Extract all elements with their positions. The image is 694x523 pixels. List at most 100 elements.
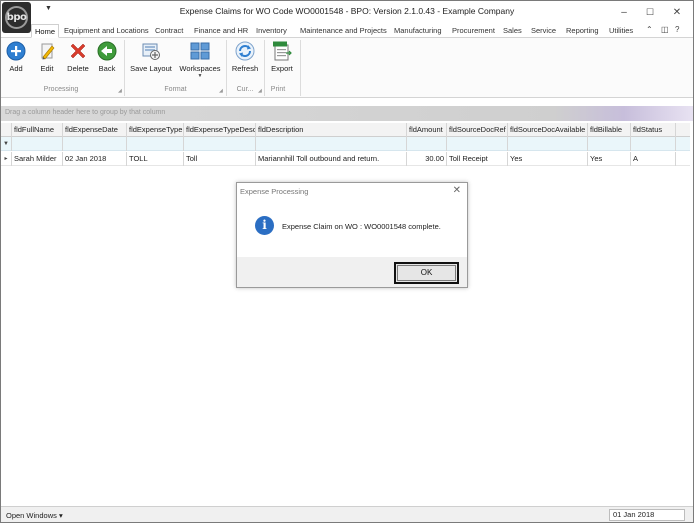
cell-expense-type[interactable]: TOLL xyxy=(127,152,184,166)
group-label-current: Cur... xyxy=(236,86,254,93)
maximize-button[interactable]: ☐ xyxy=(637,3,663,21)
filter-cell[interactable] xyxy=(407,137,447,151)
tab-finance-and-hr[interactable]: Finance and HR xyxy=(191,24,251,38)
column-header[interactable]: fldDescription xyxy=(256,123,407,137)
group-separator xyxy=(264,40,265,96)
tab-inventory[interactable]: Inventory xyxy=(253,24,290,38)
tab-maintenance-and-projects[interactable]: Maintenance and Projects xyxy=(297,24,390,38)
app-logo-button[interactable]: bpo xyxy=(2,2,31,33)
group-separator xyxy=(300,40,301,96)
refresh-label: Refresh xyxy=(231,64,259,73)
workspaces-button[interactable]: Workspaces ▼ xyxy=(178,41,222,79)
tab-manufacturing[interactable]: Manufacturing xyxy=(391,24,445,38)
title-bar: bpo ▼ Expense Claims for WO Code WO00015… xyxy=(1,1,693,33)
edit-button[interactable]: Edit xyxy=(36,41,58,73)
minimize-button[interactable]: – xyxy=(611,3,637,21)
cell-expense-date[interactable]: 02 Jan 2018 xyxy=(63,152,127,166)
tab-equipment-and-locations[interactable]: Equipment and Locations xyxy=(61,24,152,38)
export-label: Export xyxy=(271,64,293,73)
table-row[interactable]: ▸ Sarah Milder 02 Jan 2018 TOLL Toll Mar… xyxy=(1,152,690,166)
back-button[interactable]: Back xyxy=(96,41,118,73)
column-header[interactable]: fldSourceDocRef xyxy=(447,123,508,137)
edit-label: Edit xyxy=(40,64,54,73)
delete-button[interactable]: Delete xyxy=(65,41,91,73)
cell-source-doc-available[interactable]: Yes xyxy=(508,152,588,166)
tab-service[interactable]: Service xyxy=(528,24,559,38)
cell-description[interactable]: Mariannhill Toll outbound and return. xyxy=(256,152,407,166)
dialog-message: Expense Claim on WO : WO0001548 complete… xyxy=(282,222,441,231)
export-button[interactable]: Export xyxy=(267,41,297,73)
refresh-icon xyxy=(235,41,255,61)
expense-processing-dialog: Expense Processing ✕ i Expense Claim on … xyxy=(236,182,468,288)
dialog-footer: OK xyxy=(237,257,467,287)
filter-cell[interactable] xyxy=(447,137,508,151)
tab-contract[interactable]: Contract xyxy=(152,24,186,38)
collapse-ribbon-icon[interactable]: ⌃ xyxy=(646,25,653,34)
group-label-format: Format xyxy=(164,86,187,93)
refresh-button[interactable]: Refresh xyxy=(230,41,260,73)
cell-status[interactable]: A xyxy=(631,152,676,166)
column-header[interactable]: fldBillable xyxy=(588,123,631,137)
processing-launcher-icon[interactable]: ◢ xyxy=(118,88,122,94)
app-window: bpo ▼ Expense Claims for WO Code WO00015… xyxy=(0,0,694,523)
tab-sales[interactable]: Sales xyxy=(500,24,525,38)
workspaces-dropdown-icon: ▼ xyxy=(197,73,203,79)
group-by-panel[interactable]: Drag a column header here to group by th… xyxy=(1,106,693,121)
app-logo-text: bpo xyxy=(6,12,27,23)
style-icon[interactable]: ◫ xyxy=(661,25,669,34)
dialog-close-icon[interactable]: ✕ xyxy=(453,185,461,196)
back-label: Back xyxy=(98,64,116,73)
excel-export-icon xyxy=(273,41,292,61)
filter-cell[interactable] xyxy=(12,137,63,151)
add-button[interactable]: Add xyxy=(5,41,27,73)
back-arrow-icon xyxy=(97,41,117,61)
save-layout-button[interactable]: Save Layout xyxy=(129,41,173,73)
filter-cell[interactable] xyxy=(508,137,588,151)
column-header[interactable]: fldStatus xyxy=(631,123,676,137)
grid-icon xyxy=(190,42,210,60)
column-header[interactable]: fldExpenseDate xyxy=(63,123,127,137)
dialog-title: Expense Processing xyxy=(240,187,309,196)
tab-home[interactable]: Home xyxy=(31,24,60,38)
tab-reporting[interactable]: Reporting xyxy=(563,24,602,38)
plus-circle-icon xyxy=(6,41,26,61)
format-launcher-icon[interactable]: ◢ xyxy=(219,88,223,94)
column-header[interactable]: fldExpenseType xyxy=(127,123,184,137)
cell-full-name[interactable]: Sarah Milder xyxy=(12,152,63,166)
dialog-body: i Expense Claim on WO : WO0001548 comple… xyxy=(237,199,467,257)
tab-procurement[interactable]: Procurement xyxy=(449,24,498,38)
cell-expense-type-desc[interactable]: Toll xyxy=(184,152,256,166)
filter-icon: ▼ xyxy=(1,137,12,151)
filter-cell[interactable] xyxy=(63,137,127,151)
close-window-button[interactable]: ✕ xyxy=(664,3,690,21)
status-bar: Open Windows ▾ 01 Jan 2018 xyxy=(1,506,693,522)
cell-source-doc-ref[interactable]: Toll Receipt xyxy=(447,152,508,166)
delete-label: Delete xyxy=(67,64,89,73)
column-header[interactable]: fldExpenseTypeDesc xyxy=(184,123,256,137)
cell-amount[interactable]: 30.00 xyxy=(407,152,447,166)
header-indicator-cell xyxy=(1,123,12,137)
filter-cell[interactable] xyxy=(588,137,631,151)
column-header[interactable]: fldSourceDocAvailable xyxy=(508,123,588,137)
window-title: Expense Claims for WO Code WO0001548 - B… xyxy=(179,6,515,16)
pencil-icon xyxy=(41,43,55,60)
add-label: Add xyxy=(9,64,23,73)
save-layout-label: Save Layout xyxy=(130,64,172,73)
help-icon[interactable]: ? xyxy=(675,25,679,34)
filter-cell[interactable] xyxy=(184,137,256,151)
group-label-print: Print xyxy=(270,86,286,93)
column-header[interactable]: fldAmount xyxy=(407,123,447,137)
current-launcher-icon[interactable]: ◢ xyxy=(258,88,262,94)
status-date: 01 Jan 2018 xyxy=(609,509,685,521)
filter-cell[interactable] xyxy=(256,137,407,151)
ok-button[interactable]: OK xyxy=(394,262,459,284)
ribbon-tabs: Home Equipment and Locations Contract Fi… xyxy=(1,23,693,38)
group-separator xyxy=(226,40,227,96)
open-windows-button[interactable]: Open Windows ▾ xyxy=(6,511,63,520)
tab-utilities[interactable]: Utilities xyxy=(606,24,636,38)
column-header[interactable]: fldFullName xyxy=(12,123,63,137)
filter-cell[interactable] xyxy=(127,137,184,151)
cell-billable[interactable]: Yes xyxy=(588,152,631,166)
filter-cell[interactable] xyxy=(631,137,676,151)
grid-filter-row[interactable]: ▼ xyxy=(1,137,690,151)
